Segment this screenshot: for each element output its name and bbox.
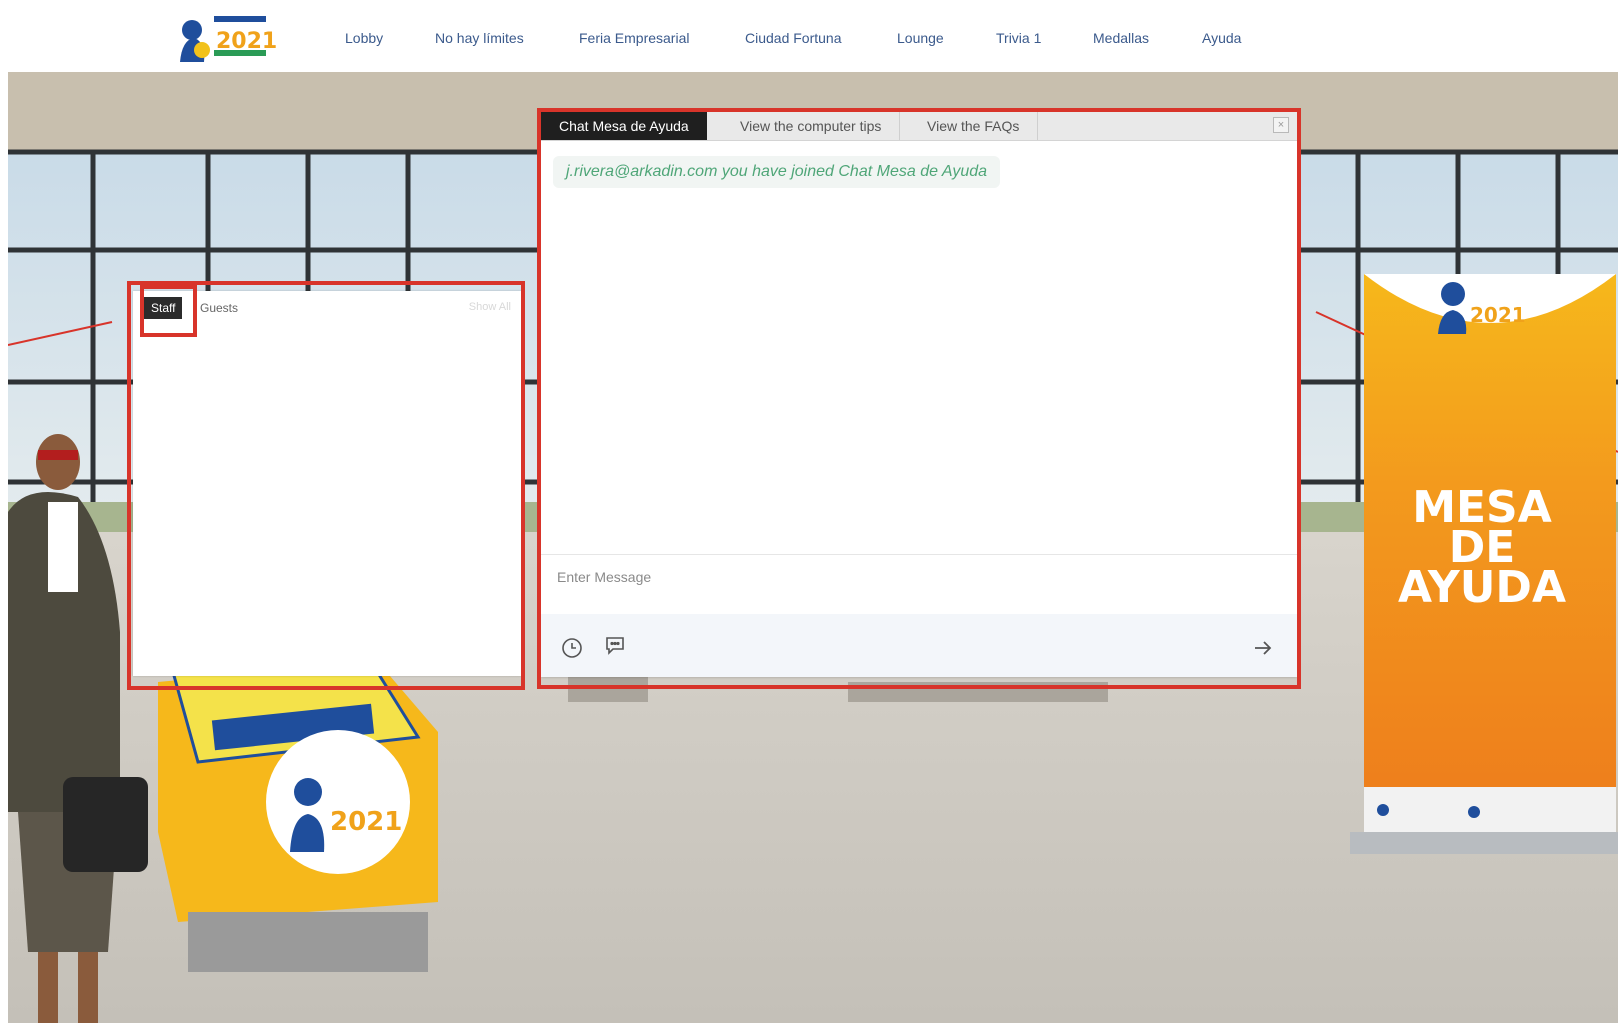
message-input[interactable] — [555, 563, 1279, 591]
nav-feria-empresarial[interactable]: Feria Empresarial — [579, 30, 689, 46]
kiosk-stand: 2021 — [158, 655, 438, 972]
mesa-de-ayuda-banner: 2021 MESA DE AYUDA — [1350, 274, 1618, 854]
help-desk-chat-window: Chat Mesa de Ayuda View the computer tip… — [541, 112, 1297, 677]
nav-lobby[interactable]: Lobby — [345, 30, 383, 46]
svg-text:2021: 2021 — [1470, 303, 1526, 327]
svg-text:2021: 2021 — [330, 807, 402, 837]
clock-icon[interactable] — [560, 636, 584, 660]
nav-ayuda[interactable]: Ayuda — [1202, 30, 1241, 46]
system-join-message: j.rivera@arkadin.com you have joined Cha… — [553, 156, 1001, 188]
tab-faqs[interactable]: View the FAQs — [909, 112, 1039, 140]
event-logo[interactable]: 2021 — [172, 10, 278, 64]
arrow-right-icon[interactable] — [1251, 636, 1275, 660]
top-navigation-bar: 2021 Lobby No hay límites Feria Empresar… — [0, 0, 1618, 72]
show-all-link[interactable]: Show All — [469, 301, 511, 313]
chat-tab-bar: Chat Mesa de Ayuda View the computer tip… — [541, 112, 1297, 141]
nav-lounge[interactable]: Lounge — [897, 30, 944, 46]
banner-line-3: AYUDA — [1398, 562, 1566, 613]
staff-guests-panel: Staff Guests Show All — [133, 291, 521, 676]
nav-medallas[interactable]: Medallas — [1093, 30, 1149, 46]
nav-trivia-1[interactable]: Trivia 1 — [996, 30, 1041, 46]
nav-no-hay-limites[interactable]: No hay límites — [435, 30, 524, 46]
tab-chat-mesa-de-ayuda[interactable]: Chat Mesa de Ayuda — [541, 112, 707, 140]
chat-bubble-icon[interactable] — [603, 633, 627, 657]
chat-toolbar — [541, 614, 1297, 677]
svg-text:2021: 2021 — [216, 29, 277, 54]
tab-guests[interactable]: Guests — [193, 297, 245, 319]
nav-ciudad-fortuna[interactable]: Ciudad Fortuna — [745, 30, 842, 46]
tab-staff[interactable]: Staff — [144, 297, 183, 319]
close-icon[interactable]: × — [1273, 117, 1289, 133]
message-compose-area — [541, 554, 1297, 615]
tab-computer-tips[interactable]: View the computer tips — [722, 112, 901, 140]
